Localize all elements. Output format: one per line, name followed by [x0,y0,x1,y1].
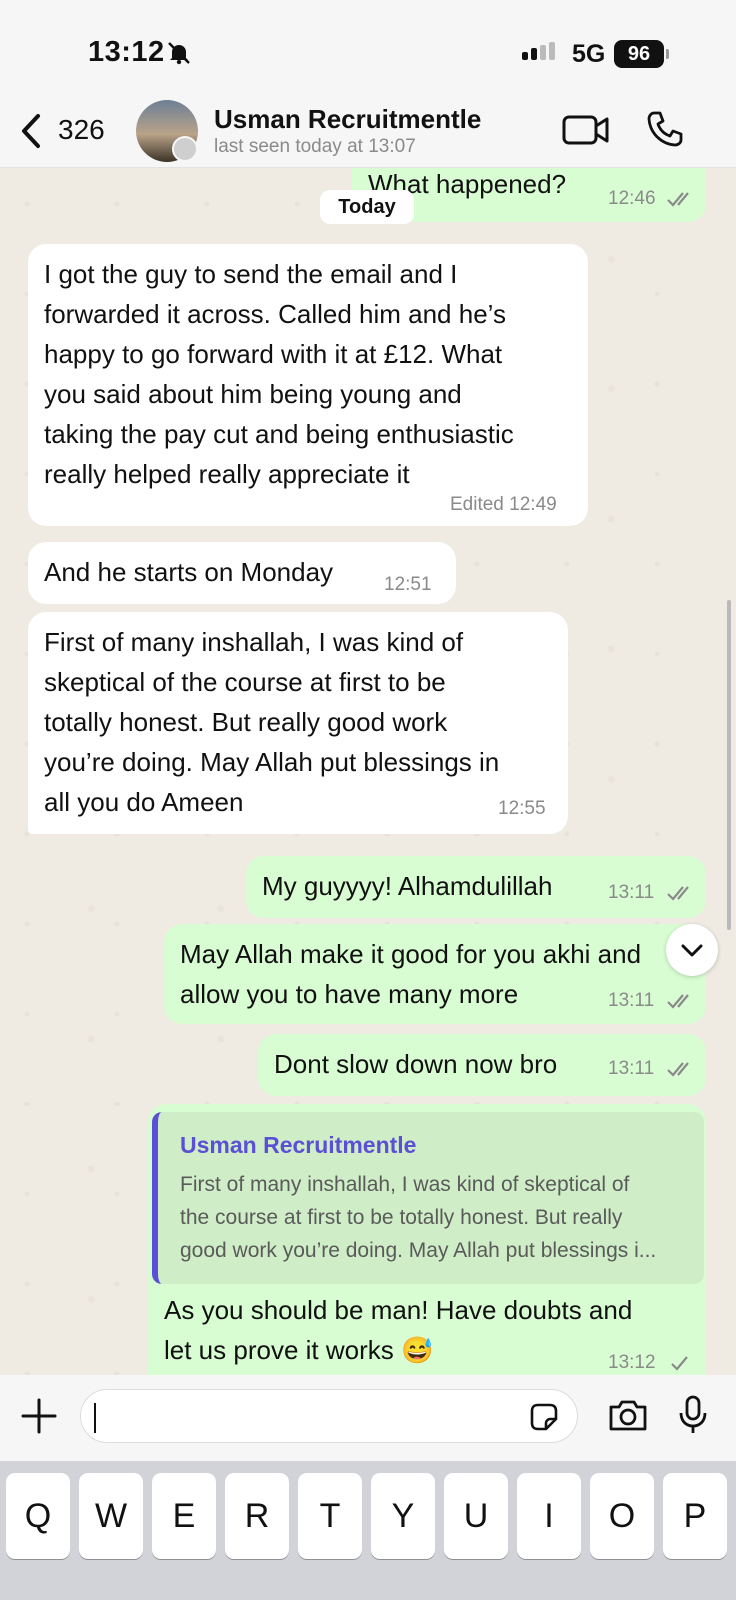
message-line: you’re doing. May Allah put blessings in [44,747,500,777]
message-time: Edited 12:49 [450,494,557,515]
plus-icon[interactable] [20,1397,58,1435]
message-text: And he starts on Monday [44,557,334,587]
key-p[interactable]: P [663,1473,727,1559]
scroll-to-bottom-button[interactable] [666,924,718,976]
date-divider: Today [320,190,414,224]
double-check-icon [667,994,689,1009]
chevron-down-icon [681,944,703,957]
key-u[interactable]: U [444,1473,508,1559]
status-time: 13:12 [88,36,165,68]
contact-name[interactable]: Usman Recruitmentle [214,104,481,135]
message-time: 12:46 [608,188,656,209]
message-line: taking the pay cut and being enthusiasti… [44,419,514,449]
key-i[interactable]: I [517,1473,581,1559]
phone-call-icon[interactable] [646,110,684,148]
network-type: 5G [572,40,606,68]
signal-icon [522,42,555,60]
message-line: really helped really appreciate it [44,459,410,489]
message-line: happy to go forward with it at £12. What [44,339,503,369]
message-time: 12:51 [384,574,432,595]
message-time: 13:12 [608,1352,656,1373]
message-incoming[interactable]: I got the guy to send the email and I fo… [28,244,588,526]
microphone-icon[interactable] [678,1395,708,1435]
double-check-icon [667,192,689,207]
message-time: 13:11 [608,990,655,1011]
message-time: 12:55 [498,798,546,819]
message-time: 13:11 [608,882,655,903]
unread-count[interactable]: 326 [58,114,105,146]
key-r[interactable]: R [225,1473,289,1559]
chat-area[interactable]: What happened? 12:46 Today I got the guy… [0,168,736,1375]
message-text: Dont slow down now bro [274,1049,558,1079]
key-w[interactable]: W [79,1473,143,1559]
last-seen: last seen today at 13:07 [214,136,416,157]
battery-indicator: 96 [614,40,669,68]
quoted-author: Usman Recruitmentle [180,1132,417,1158]
message-text: My guyyyy! Alhamdulillah [262,871,553,901]
message-line: totally honest. But really good work [44,707,448,737]
message-line: May Allah make it good for you akhi and [180,939,642,969]
quoted-message[interactable]: Usman Recruitmentle First of many inshal… [152,1112,704,1284]
keyboard: Q W E R T Y U I O P [0,1461,736,1600]
message-line: let us prove it works 😅 [164,1335,434,1365]
camera-icon[interactable] [608,1397,648,1433]
single-check-icon [671,1356,688,1371]
message-line: First of many inshallah, I was kind of [44,627,464,657]
quoted-line: First of many inshallah, I was kind of s… [180,1173,630,1196]
status-ring-icon [172,136,198,162]
quoted-text: First of many inshallah, I was kind of s… [180,1168,698,1267]
key-y[interactable]: Y [371,1473,435,1559]
sticker-icon[interactable] [528,1401,560,1433]
reply-text: As you should be man! Have doubts and le… [164,1290,632,1370]
key-o[interactable]: O [590,1473,654,1559]
message-incoming[interactable]: First of many inshallah, I was kind of s… [28,612,568,834]
double-check-icon [667,1062,689,1077]
text-cursor [94,1403,96,1433]
key-q[interactable]: Q [6,1473,70,1559]
quoted-line: good work you’re doing. May Allah put bl… [180,1239,657,1262]
message-composer [0,1375,736,1461]
silent-bell-icon [168,42,190,65]
key-e[interactable]: E [152,1473,216,1559]
top-bar: 13:12 5G 96 326 Usman Recruitmentle last… [0,0,736,168]
video-call-icon[interactable] [562,112,610,148]
back-chevron-icon[interactable] [18,112,44,150]
message-line: all you do Ameen [44,787,244,817]
message-line: forwarded it across. Called him and he’s [44,299,506,329]
message-line: you said about him being young and [44,379,462,409]
message-input[interactable] [80,1389,578,1443]
quoted-line: the course at first to be totally honest… [180,1206,623,1229]
message-time: 13:11 [608,1058,655,1079]
key-t[interactable]: T [298,1473,362,1559]
chat-scrollbar[interactable] [727,600,731,930]
double-check-icon [667,886,689,901]
message-line: As you should be man! Have doubts and [164,1295,633,1325]
message-line: I got the guy to send the email and I [44,259,458,289]
message-line: skeptical of the course at first to be [44,667,446,697]
